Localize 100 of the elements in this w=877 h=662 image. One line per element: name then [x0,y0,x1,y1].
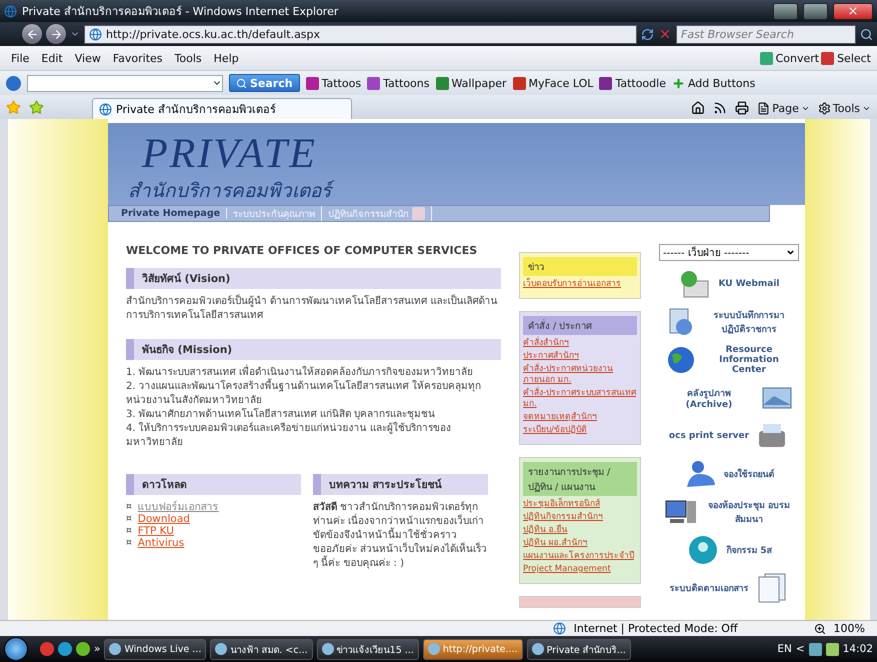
paragraph: สำนักบริการคอมพิวเตอร์เป็นผู้นำ ด้านการพัฒนาเทคโนโลยีสารสนเทศ และเป็นเลิศด้านการบริการเทคโนโลยีสารสนเทศ [126,295,498,323]
service-link[interactable]: กิจกรรม 5ส [726,543,772,557]
feed-icon[interactable] [713,101,728,115]
panel-link[interactable]: คำสั่ง-ประกาศระบบสารสนเทศ มก. [523,388,637,410]
bullet: ¤ [126,537,132,549]
panel-link[interactable]: ปฏิทินกิจกรรมสำนักฯ [523,512,637,523]
panel-link[interactable]: คำสั่งสำนักฯ [523,338,637,349]
bookmark-button[interactable]: Tattoos [306,76,362,90]
add-buttons-button[interactable]: Add Buttons [672,76,756,90]
service-link[interactable]: ocs print server [668,431,750,441]
panel-heading: ข่าว [523,257,637,276]
panel-link[interactable]: ประกาศสำนักฯ [523,351,637,362]
download-link[interactable]: แบบฟอร์มเอกสาร [138,501,219,513]
address-field[interactable]: http://private.ocs.ku.ac.th/default.aspx [84,24,637,44]
toolbar-logo-icon[interactable] [6,76,21,90]
site-subtitle: สำนักบริการคอมพิวเตอร์ [128,175,805,205]
panel-link[interactable]: Project Management [523,564,637,575]
caret-icon [800,104,810,113]
forward-button[interactable] [46,24,66,44]
download-link[interactable]: Download [138,513,190,525]
panel-link[interactable]: เว็บตอบรับการอ่านเอกสาร [523,279,637,290]
clock: 14:02 [842,643,873,655]
taskbar-button[interactable]: นางฟ้า สมด. <c... [210,638,313,660]
panel-link[interactable]: ระเบียบ/ข้อปฏิบัติ [523,425,637,436]
menu-item[interactable]: File [6,50,34,66]
menu-item[interactable]: Favorites [108,50,168,66]
panel-heading: คำสั่ง / ประกาศ [523,316,637,335]
stop-icon[interactable] [658,27,672,41]
security-zone: Internet | Protected Mode: Off [574,622,738,635]
toolbar-button[interactable]: Select [821,52,871,64]
panel-link[interactable]: จดหมายเหตุสำนักฯ [523,412,637,423]
language-indicator[interactable]: EN [777,643,792,655]
menu-item[interactable]: View [70,50,106,66]
arrow-left-icon [26,28,38,40]
search-button[interactable]: Search [229,74,300,92]
page-icon [757,102,770,115]
panel-link[interactable]: คำสั่ง-ประกาศหน่วยงานภายนอก มก. [523,364,637,386]
service-link[interactable]: ระบบบันทึกการมาปฏิบัติราชการ [704,308,794,336]
panel-heading: รายงานการประชุม / ปฏิทิน / แผนงาน [523,462,637,496]
window-title: Private สำนักบริการคอมพิวเตอร์ - Windows Internet Explorer [22,4,340,20]
tray-icon[interactable] [808,642,822,656]
taskbar-button[interactable]: ข่าวแจ้งเวียน15 ... [316,638,419,660]
command-button[interactable]: Page [757,102,810,115]
download-link[interactable]: Antivirus [138,537,184,549]
panel-link[interactable]: ประชุมอิเล็กทรอนิกส์ [523,499,637,510]
nav-link[interactable]: Private Homepage [115,208,228,219]
minimize-button[interactable] [773,2,798,20]
section-heading: บทความ สาระประโยชน์ [313,474,488,495]
bookmark-button[interactable]: Tattoodle [599,76,666,90]
service-link[interactable]: KU Webmail [718,279,780,289]
maximize-button[interactable] [803,2,828,20]
panel-link[interactable]: แผนงานและโครงการประจำปี [523,551,637,562]
zoom-icon[interactable] [814,622,826,634]
print-icon[interactable] [735,101,750,115]
bookmark-button[interactable]: Wallpaper [436,76,507,90]
app-icon[interactable] [76,642,90,656]
service-link[interactable]: จองห้องประชุม อบรม สัมมนา [704,498,794,526]
start-button[interactable] [4,637,28,661]
close-button[interactable] [833,2,873,20]
menu-item[interactable]: Help [208,50,244,66]
site-title: PRIVATE [140,133,318,175]
download-link[interactable]: FTP KU [138,525,174,537]
overflow-button[interactable]: » [94,643,100,655]
tray-expand-button[interactable]: < [796,643,805,655]
bookmark-button[interactable]: Tattoons [367,76,430,90]
bullet: ¤ [126,501,132,513]
search-icon[interactable] [860,28,873,40]
service-link[interactable]: Resource Information Center [704,345,794,375]
command-button[interactable]: Tools [818,102,871,115]
home-icon[interactable] [691,101,706,115]
paragraph: 3. พัฒนาศักยภาพด้านเทคโนโลยีสารสนเทศ แก่นิสิต บุคลากรและชุมชน [126,408,436,422]
toolbar-search-field[interactable] [27,74,223,92]
service-link[interactable]: คลังรูปภาพ (Archive) [664,386,754,410]
tray-icon[interactable] [826,642,839,656]
search-field[interactable]: Fast Browser Search [676,24,856,44]
refresh-icon[interactable] [641,28,654,40]
app-icon [428,643,440,655]
menu-item[interactable]: Tools [170,50,207,66]
panel-link[interactable]: ปฏิทิน ผอ.สำนักฯ [523,538,637,549]
caret-icon [786,248,795,257]
department-select[interactable]: ------ เว็บฝ่าย ------- [659,244,799,261]
back-button[interactable] [22,24,42,44]
globe-icon [552,622,566,635]
section-heading: พันธกิจ (Mission) [126,339,501,360]
paragraph: 4. ให้บริการระบบคอมพิวเตอร์และเครือข่ายแก่หน่วยงาน และผู้ใช้บริการของมหาวิทยาลัย [126,422,452,450]
service-link[interactable]: จองใช้รถยนต์ [724,467,774,481]
toolbar-button[interactable]: Convert [760,52,820,64]
bookmark-button[interactable]: MyFace LOL [512,76,594,90]
zoom-level[interactable]: 100% [834,622,865,635]
service-link[interactable]: ระบบติดตามเอกสาร [670,581,748,595]
paragraph: 2. วางแผนและพัฒนาโครงสร้างพื้นฐานด้านเทคโนโลยีสารสนเทศ ให้ครอบคลุมทุกหน่วยงานในสังกัดมหาวิทยาลัย [126,380,501,408]
menu-item[interactable]: Edit [36,50,68,66]
browser-tab[interactable]: Private สำนักบริการคอมพิวเตอร์ [92,98,352,119]
section-heading: วิสัยทัศน์ (Vision) [126,268,501,289]
panel-link[interactable]: ปฏิทิน อ.ยืน [523,525,637,536]
gear-icon [818,102,831,115]
taskbar-button[interactable]: Private สำนักบริ... [526,638,631,660]
arrow-right-icon [50,28,62,40]
taskbar-button[interactable]: Windows Live ... [104,638,206,660]
app-icon [109,643,122,655]
